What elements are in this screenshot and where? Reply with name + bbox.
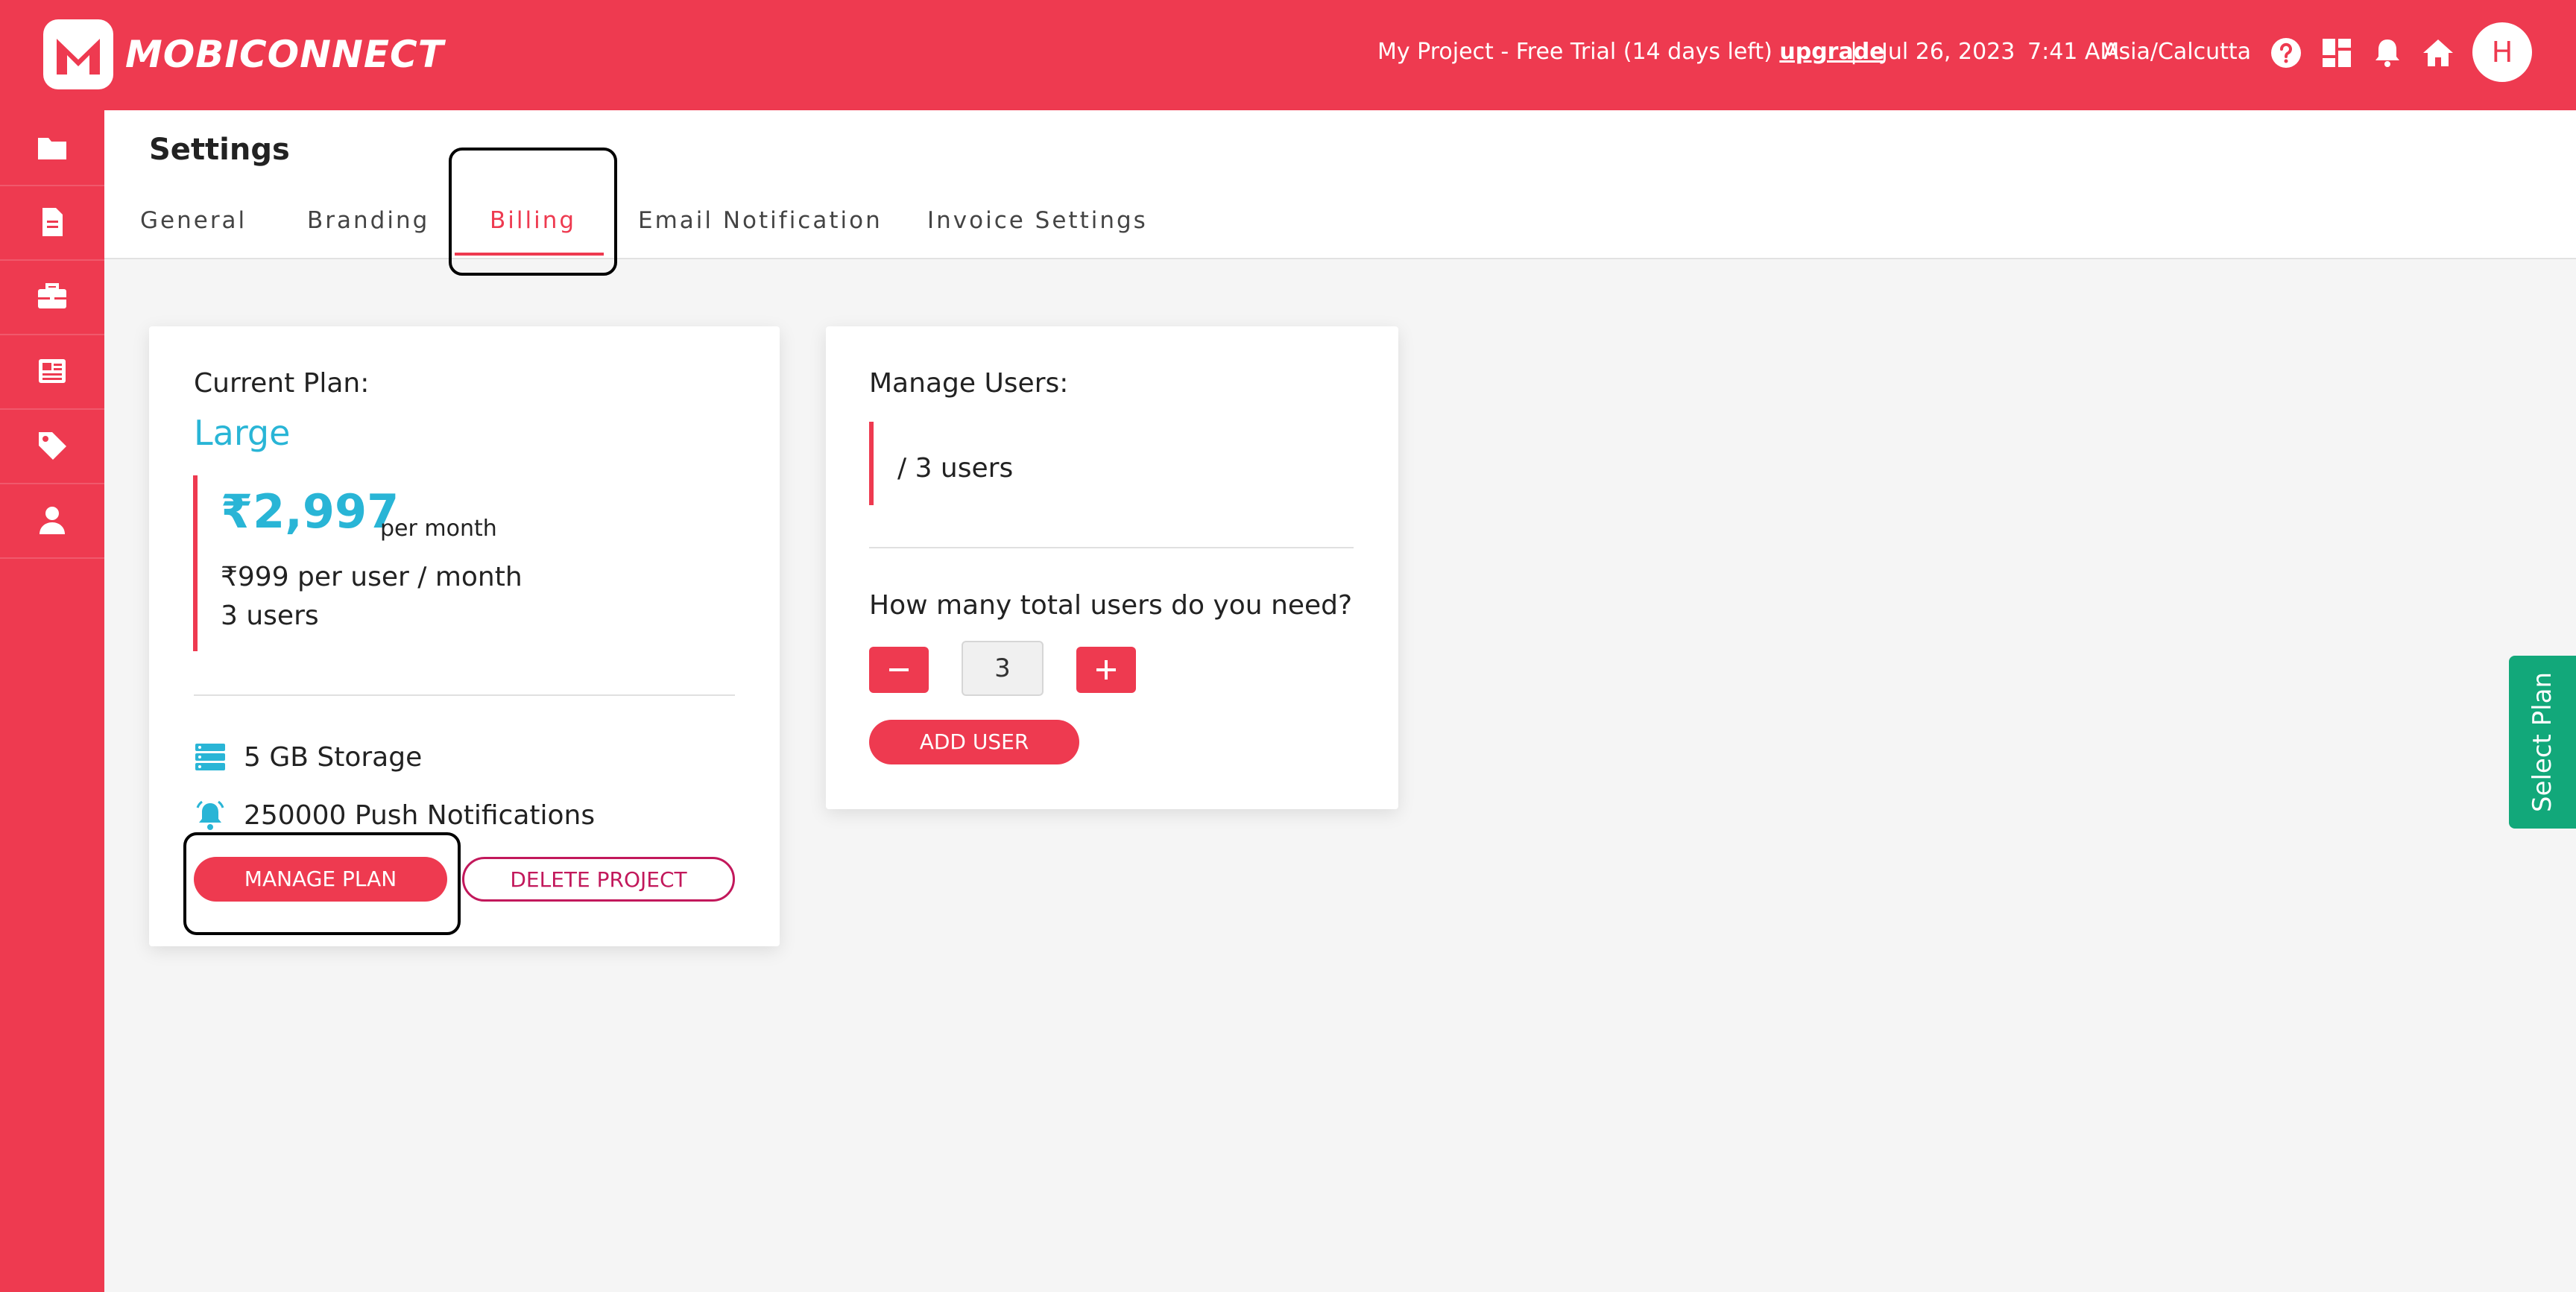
sidebar-item-users[interactable]	[0, 483, 104, 559]
sidebar-item-projects[interactable]	[0, 110, 104, 186]
page-title: Settings	[149, 133, 290, 167]
folder-icon	[38, 138, 66, 159]
decrement-users-button[interactable]	[869, 647, 929, 693]
timezone: Asia/Calcutta	[2103, 39, 2252, 65]
project-status: My Project - Free Trial (14 days left) u…	[1377, 39, 1885, 65]
current-date: Jul 26, 2023	[1881, 39, 2015, 65]
storage-icon	[195, 744, 225, 770]
users-needed-question: How many total users do you need?	[869, 590, 1353, 621]
tab-invoice-settings[interactable]: Invoice Settings	[927, 207, 1148, 234]
sidebar-item-business[interactable]	[0, 259, 104, 335]
tab-general[interactable]: General	[140, 207, 247, 234]
plan-name: Large	[194, 413, 291, 453]
price-period: per month	[380, 516, 497, 542]
tab-email-notification[interactable]: Email Notification	[638, 207, 883, 234]
feature-push-notifications: 250000 Push Notifications	[244, 800, 596, 831]
feature-storage: 5 GB Storage	[244, 742, 423, 773]
sidebar-item-tags[interactable]	[0, 408, 104, 484]
highlight-box	[449, 148, 617, 276]
divider	[869, 547, 1354, 548]
tab-branding[interactable]: Branding	[307, 207, 429, 234]
increment-users-button[interactable]	[1076, 647, 1136, 693]
sidebar-item-documents[interactable]	[0, 185, 104, 261]
plus-icon	[1096, 660, 1116, 680]
minus-icon	[889, 668, 909, 671]
divider	[194, 694, 735, 696]
tag-icon	[39, 432, 66, 460]
brand-name[interactable]: MOBICONNECT	[125, 33, 444, 76]
home-icon[interactable]	[2419, 34, 2457, 72]
avatar[interactable]: H	[2472, 22, 2532, 82]
notification-bell-icon	[196, 800, 224, 830]
user-count: / 3 users	[897, 453, 1014, 484]
add-user-button[interactable]: ADD USER	[869, 720, 1079, 764]
document-icon	[42, 208, 63, 236]
newspaper-icon	[39, 359, 66, 383]
sidebar	[0, 110, 104, 1292]
sidebar-item-news[interactable]	[0, 334, 104, 410]
accent-bar	[869, 422, 874, 505]
project-trial-text: My Project - Free Trial (14 days left)	[1377, 39, 1772, 65]
plan-price: ₹2,997	[221, 484, 400, 539]
select-plan-label: Select Plan	[2528, 671, 2557, 813]
upgrade-link[interactable]: upgrade	[1779, 39, 1884, 65]
accent-bar	[193, 475, 198, 651]
select-plan-tab[interactable]: Select Plan	[2509, 656, 2576, 829]
user-icon	[40, 507, 65, 534]
bell-icon[interactable]	[2369, 34, 2406, 72]
separator: |	[1850, 39, 1858, 65]
help-icon[interactable]	[2267, 34, 2305, 72]
current-plan-heading: Current Plan:	[194, 368, 370, 399]
delete-project-button[interactable]: DELETE PROJECT	[462, 857, 735, 902]
plan-users: 3 users	[221, 601, 319, 631]
highlight-box	[183, 832, 461, 935]
user-quantity-input[interactable]: 3	[962, 641, 1044, 696]
top-bar: MOBICONNECT My Project - Free Trial (14 …	[0, 0, 2576, 110]
logo-icon[interactable]	[43, 19, 113, 89]
briefcase-icon	[38, 283, 66, 308]
dashboard-icon[interactable]	[2318, 34, 2355, 72]
manage-users-heading: Manage Users:	[869, 368, 1069, 399]
price-per-user: ₹999 per user / month	[221, 562, 523, 592]
settings-header: Settings General Branding Billing Email …	[104, 110, 2576, 276]
